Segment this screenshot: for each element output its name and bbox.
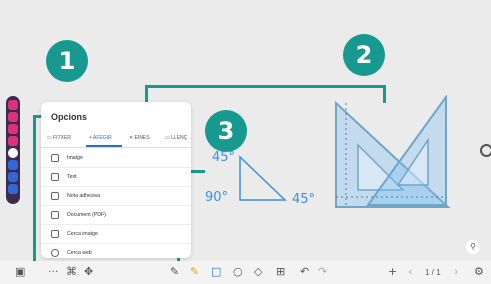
set-square-tool[interactable] bbox=[328, 95, 463, 215]
image-search-icon bbox=[51, 230, 59, 238]
panel-tabs: ▭ FITXER + AFEGIR ✕ EINES ▭ LLENÇ bbox=[41, 132, 191, 148]
lasso-icon[interactable]: ○ bbox=[233, 265, 243, 278]
angle-label-top[interactable]: 45° bbox=[212, 150, 235, 165]
callout-badge-3: 3 bbox=[205, 110, 247, 152]
left-sidebar bbox=[6, 96, 20, 204]
app-icon[interactable] bbox=[8, 136, 18, 146]
document-icon bbox=[51, 211, 59, 219]
app-icon[interactable] bbox=[8, 100, 18, 110]
hand-drawn-triangle[interactable] bbox=[230, 155, 290, 205]
app-icon[interactable] bbox=[8, 184, 18, 194]
menu-item-image[interactable]: Imatge bbox=[41, 149, 191, 168]
collaborate-icon[interactable]: ⚲ bbox=[466, 240, 480, 254]
menu-item-sticky-note[interactable]: Nota adhesiva bbox=[41, 187, 191, 206]
app-icon[interactable] bbox=[8, 124, 18, 134]
more-options-button[interactable]: ··· bbox=[48, 265, 59, 278]
tab-llenc[interactable]: ▭ LLENÇ bbox=[165, 135, 187, 141]
redo-icon[interactable]: ↷ bbox=[318, 265, 327, 278]
insert-icon[interactable]: ⊞ bbox=[276, 265, 285, 278]
callout-line-2 bbox=[145, 85, 385, 88]
image-icon bbox=[51, 154, 59, 162]
menu-item-text[interactable]: Text bbox=[41, 168, 191, 187]
menu-item-web-search[interactable]: Cerca web bbox=[41, 244, 191, 258]
angle-label-right[interactable]: 45° bbox=[292, 192, 315, 207]
settings-icon[interactable]: ⚙ bbox=[474, 265, 484, 278]
previous-page-icon[interactable]: ‹ bbox=[408, 265, 412, 278]
whiteboard-icon[interactable]: ▣ bbox=[15, 265, 25, 278]
callout-badge-2: 2 bbox=[343, 34, 385, 76]
options-panel: Opcions ▭ FITXER + AFEGIR ✕ EINES ▭ LLEN… bbox=[41, 102, 191, 258]
page-indicator: 1 / 1 bbox=[425, 268, 441, 277]
callout-badge-1: 1 bbox=[46, 40, 88, 82]
shape-icon[interactable]: □ bbox=[211, 265, 221, 278]
highlighter-icon[interactable]: ✎ bbox=[190, 265, 199, 278]
selection-icon[interactable]: ⌘ bbox=[66, 265, 77, 278]
active-tab-indicator bbox=[86, 145, 122, 147]
add-page-button[interactable]: + bbox=[388, 265, 397, 278]
tab-eines[interactable]: ✕ EINES bbox=[129, 135, 150, 141]
tab-fitxer[interactable]: ▭ FITXER bbox=[47, 135, 71, 141]
text-icon bbox=[51, 173, 59, 181]
undo-icon[interactable]: ↶ bbox=[300, 265, 309, 278]
app-icon[interactable] bbox=[8, 160, 18, 170]
menu-item-image-search[interactable]: Cerca imatge bbox=[41, 225, 191, 244]
angle-label-left[interactable]: 90° bbox=[205, 190, 228, 205]
next-page-icon[interactable]: › bbox=[454, 265, 458, 278]
eraser-icon[interactable]: ◇ bbox=[254, 265, 262, 278]
move-icon[interactable]: ✥ bbox=[84, 265, 93, 278]
tab-afegir[interactable]: + AFEGIR bbox=[89, 135, 112, 141]
globe-icon bbox=[51, 249, 59, 257]
side-handle-icon[interactable] bbox=[480, 144, 491, 157]
panel-title: Opcions bbox=[51, 112, 88, 122]
home-icon[interactable] bbox=[8, 148, 18, 158]
pen-icon[interactable]: ✎ bbox=[170, 265, 179, 278]
bottom-toolbar: ▣ ··· ⌘ ✥ ✎ ✎ □ ○ ◇ ⊞ ↶ ↷ + ‹ 1 / 1 › ⚙ bbox=[0, 261, 491, 284]
sticky-note-icon bbox=[51, 192, 59, 200]
app-icon[interactable] bbox=[8, 112, 18, 122]
menu-item-document[interactable]: Document (PDF) bbox=[41, 206, 191, 225]
callout-line-1 bbox=[33, 115, 36, 270]
app-icon[interactable] bbox=[8, 172, 18, 182]
